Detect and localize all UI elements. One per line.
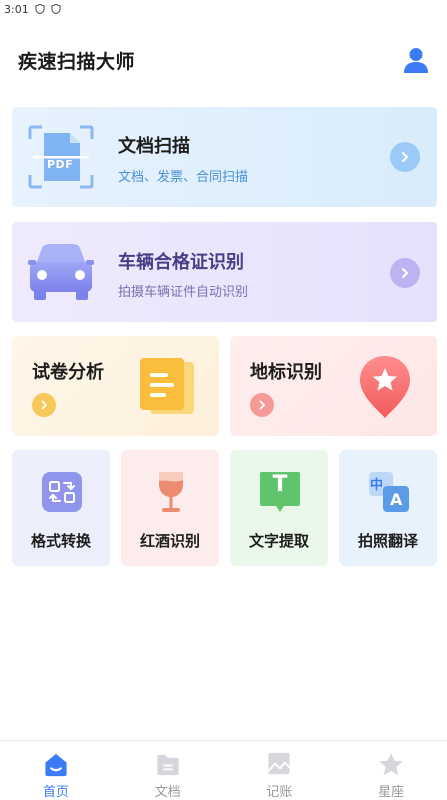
- bottom-tab-bar: 首页 文档 记账 星座: [0, 740, 447, 800]
- exam-paper-icon: [140, 358, 194, 414]
- doc-scan-arrow-button[interactable]: [390, 142, 420, 172]
- tab-ledger-label: 记账: [266, 785, 293, 800]
- landmark-arrow-button[interactable]: [250, 393, 274, 417]
- pdf-icon-label: PDF: [47, 158, 74, 171]
- car-cert-arrow-button[interactable]: [390, 258, 420, 288]
- format-convert-icon: [42, 472, 82, 512]
- app-title: 疾速扫描大师: [18, 50, 136, 73]
- car-cert-title: 车辆合格证识别: [118, 252, 244, 273]
- wine-recognition-label: 红酒识别: [139, 532, 200, 550]
- tab-documents-label: 文档: [154, 785, 181, 800]
- chevron-right-icon: [259, 400, 265, 410]
- home-icon: [45, 753, 67, 777]
- landmark-card[interactable]: 地标识别: [230, 336, 437, 436]
- text-extract-tile[interactable]: T 文字提取: [230, 450, 328, 566]
- doc-scan-title: 文档扫描: [118, 136, 190, 157]
- tab-horoscope[interactable]: 星座: [335, 741, 447, 800]
- tab-documents[interactable]: 文档: [112, 741, 224, 800]
- exam-analysis-card[interactable]: 试卷分析: [12, 336, 219, 436]
- car-cert-card[interactable]: 车辆合格证识别 拍摄车辆证件自动识别: [12, 222, 437, 322]
- text-extract-icon-letter: T: [272, 472, 288, 497]
- tab-home-label: 首页: [42, 785, 69, 800]
- landmark-pin-icon: [360, 356, 410, 418]
- status-bar: 3:01: [0, 0, 447, 18]
- tab-ledger[interactable]: 记账: [224, 741, 336, 800]
- chevron-right-icon: [402, 268, 408, 278]
- translate-icon-source-char: 中: [370, 478, 384, 493]
- shield-icon: [35, 4, 45, 14]
- landmark-title: 地标识别: [250, 362, 322, 383]
- doc-scan-card[interactable]: PDF 文档扫描 文档、发票、合同扫描: [12, 107, 437, 207]
- chevron-right-icon: [41, 400, 47, 410]
- exam-analysis-title: 试卷分析: [32, 362, 104, 383]
- doc-scan-subtitle: 文档、发票、合同扫描: [118, 170, 249, 185]
- shield-icon: [51, 4, 61, 14]
- format-convert-tile[interactable]: 格式转换: [12, 450, 110, 566]
- ledger-icon: [268, 752, 291, 775]
- tab-home[interactable]: 首页: [0, 741, 112, 800]
- car-icon: [28, 244, 94, 300]
- text-extract-label: 文字提取: [248, 532, 309, 550]
- app-header: 疾速扫描大师: [0, 38, 447, 82]
- status-time: 3:01: [4, 2, 29, 16]
- photo-translate-label: 拍照翻译: [357, 532, 418, 550]
- wine-glass-icon: [159, 472, 183, 512]
- translate-icon-target-char: A: [390, 490, 403, 509]
- star-icon: [379, 752, 403, 776]
- folder-icon: [157, 754, 179, 776]
- wine-recognition-tile[interactable]: 红酒识别: [121, 450, 219, 566]
- format-convert-label: 格式转换: [30, 532, 91, 550]
- user-profile-button[interactable]: [401, 45, 431, 75]
- exam-analysis-arrow-button[interactable]: [32, 393, 56, 417]
- tab-horoscope-label: 星座: [378, 785, 405, 800]
- user-icon: [404, 48, 428, 73]
- pdf-scan-icon: [28, 125, 94, 189]
- car-cert-subtitle: 拍摄车辆证件自动识别: [118, 285, 249, 300]
- photo-translate-tile[interactable]: 中 A 拍照翻译: [339, 450, 437, 566]
- chevron-right-icon: [402, 152, 408, 162]
